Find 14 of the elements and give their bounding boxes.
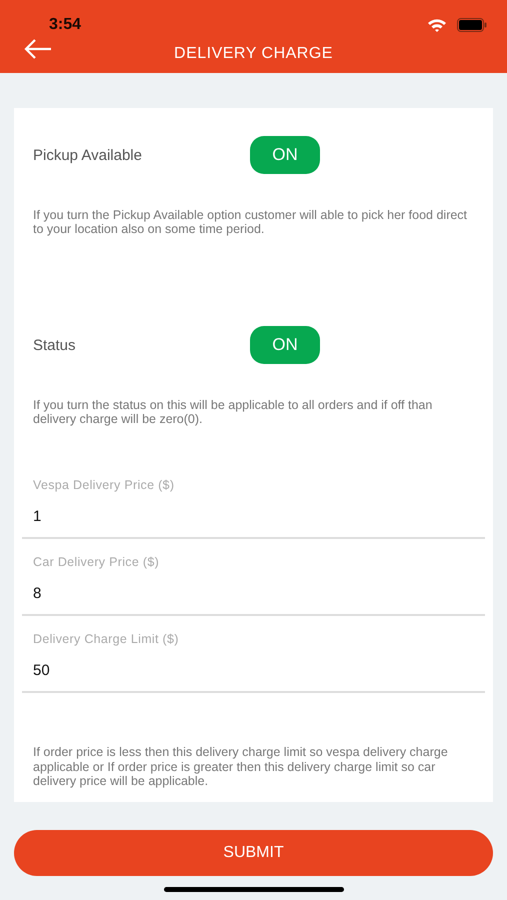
status-time: 3:54 bbox=[49, 16, 82, 34]
toggle-label: Pickup Available bbox=[33, 146, 143, 164]
submit-button[interactable]: SUBMIT bbox=[14, 830, 493, 876]
toggle-description: If you turn the Pickup Available option customer will able to pick her food direct to your location also on some time period. bbox=[33, 208, 468, 238]
price-input-field[interactable]: Car Delivery Price ($) 8 bbox=[22, 539, 485, 616]
wifi-icon bbox=[427, 18, 447, 32]
delivery-note: If order price is less then this delivery charge limit so vespa delivery charge applicable or If order price is greater then this delivery charge limit so car delivery price will be applicable. bbox=[33, 745, 449, 788]
back-arrow-icon[interactable] bbox=[24, 39, 52, 59]
screen-title: DELIVERY CHARGE bbox=[174, 44, 333, 62]
toggle-label: Status bbox=[33, 336, 77, 354]
price-input-field[interactable]: Vespa Delivery Price ($) 1 bbox=[22, 472, 485, 539]
toggle-description: If you turn the status on this will be applicable to all orders and if off than delivery charge will be zero(0). bbox=[33, 398, 434, 428]
price-input-field[interactable]: Delivery Charge Limit ($) 50 bbox=[22, 616, 485, 693]
battery-icon bbox=[457, 18, 487, 32]
